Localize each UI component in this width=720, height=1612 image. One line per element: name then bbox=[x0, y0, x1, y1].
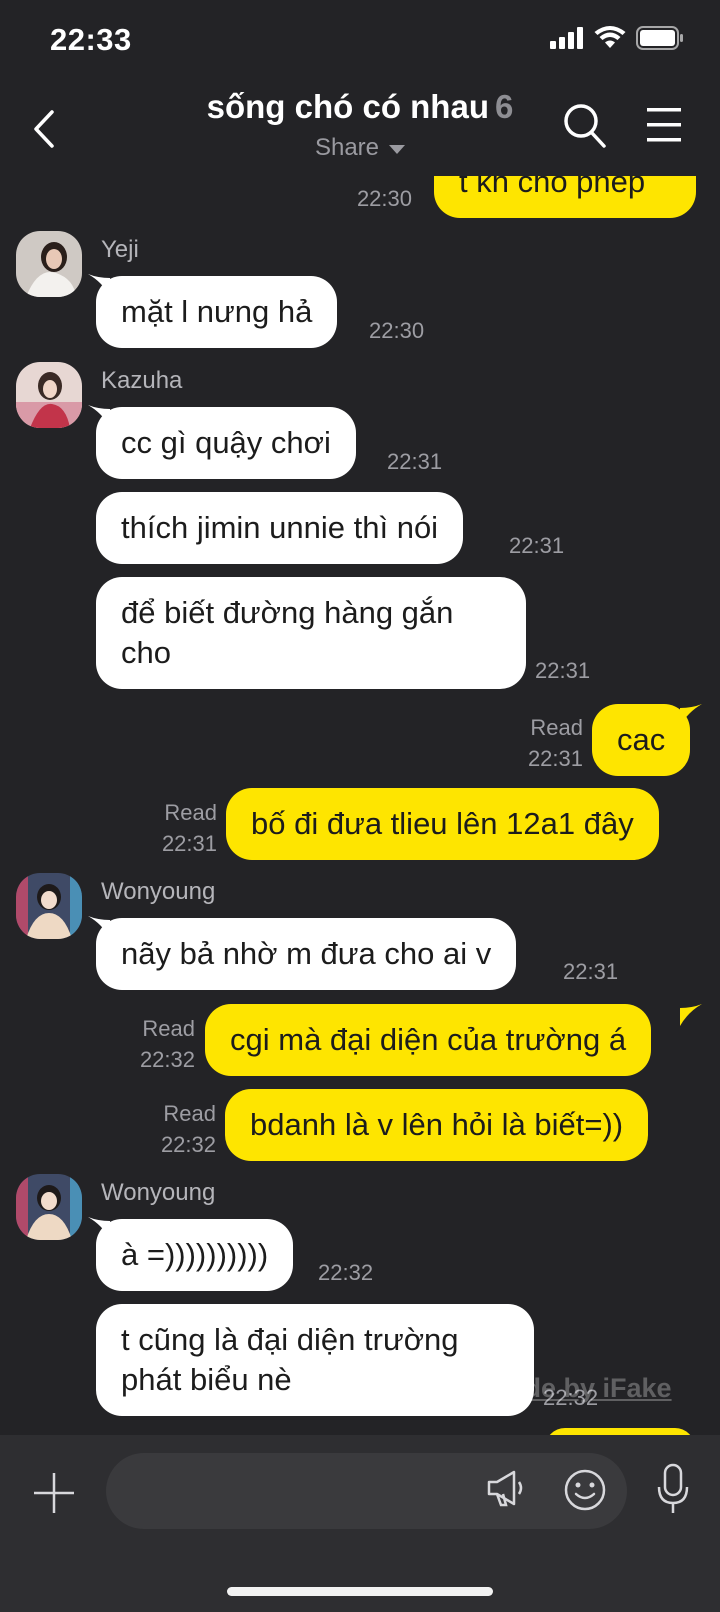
bubble-tail bbox=[680, 1004, 702, 1026]
message-bubble-incoming[interactable]: à =)))))))))) bbox=[96, 1219, 294, 1291]
read-receipt: Read 22:31 bbox=[527, 715, 583, 771]
status-bar: 22:33 bbox=[0, 0, 720, 84]
signal-icon bbox=[550, 27, 583, 49]
message-time: 22:31 bbox=[535, 658, 591, 683]
chat-title: sống chó có nhau bbox=[206, 88, 489, 125]
message-time: 22:31 bbox=[563, 959, 619, 984]
avatar[interactable] bbox=[16, 362, 82, 428]
status-icons bbox=[550, 26, 684, 50]
mic-icon[interactable] bbox=[656, 1463, 690, 1515]
message-bubble-outgoing-partial[interactable] bbox=[545, 1428, 695, 1435]
message-bubble-incoming[interactable]: nãy bả nhờ m đưa cho ai v bbox=[96, 918, 517, 990]
megaphone-icon[interactable] bbox=[486, 1468, 526, 1508]
watermark: Made by iFake bbox=[487, 1373, 672, 1403]
message-bubble-outgoing[interactable]: bdanh là v lên hỏi là biết=)) bbox=[225, 1089, 649, 1161]
message-time: 22:30 bbox=[369, 318, 425, 343]
emoji-icon[interactable] bbox=[563, 1468, 607, 1512]
avatar[interactable] bbox=[16, 873, 82, 939]
message-bubble-outgoing[interactable]: cgi mà đại diện của trường á bbox=[205, 1004, 652, 1076]
chat-area[interactable]: Read 22:30 t kh cho phép Yeji mặt l nưng… bbox=[0, 0, 720, 1435]
share-label: Share bbox=[314, 134, 380, 161]
chat-header: sống chó có nhau 6 Share bbox=[0, 84, 720, 176]
search-icon[interactable] bbox=[562, 102, 608, 150]
chat-title-area[interactable]: sống chó có nhau 6 Share bbox=[0, 88, 720, 162]
menu-icon[interactable] bbox=[645, 106, 683, 144]
caret-down-icon bbox=[389, 145, 406, 154]
message-bubble-incoming[interactable]: mặt l nưng hả bbox=[96, 276, 338, 348]
sender-name: Wonyoung bbox=[101, 878, 216, 905]
message-bubble-incoming[interactable]: để biết đường hàng gắn cho bbox=[96, 577, 526, 689]
message-bubble-outgoing[interactable]: cac bbox=[592, 704, 691, 776]
message-bubble-outgoing[interactable]: bố đi đưa tlieu lên 12a1 đây bbox=[226, 788, 659, 860]
message-input-bar bbox=[0, 1435, 720, 1612]
read-receipt: Read 22:32 bbox=[139, 1016, 195, 1072]
sender-name: Yeji bbox=[101, 236, 139, 263]
status-time: 22:33 bbox=[50, 22, 132, 57]
sender-name: Wonyoung bbox=[101, 1179, 216, 1206]
message-time: 22:31 bbox=[387, 449, 443, 474]
read-receipt: Read 22:32 bbox=[160, 1101, 216, 1157]
avatar[interactable] bbox=[16, 1174, 82, 1240]
message-time: 22:32 bbox=[318, 1260, 374, 1285]
wifi-icon bbox=[594, 26, 626, 48]
home-indicator[interactable] bbox=[227, 1587, 493, 1596]
battery-icon bbox=[636, 26, 683, 50]
message-bubble-incoming[interactable]: t cũng là đại diện trường phát biểu nè bbox=[96, 1304, 534, 1416]
plus-icon[interactable] bbox=[32, 1471, 76, 1515]
avatar[interactable] bbox=[16, 231, 82, 297]
message-time: 22:31 bbox=[509, 533, 565, 558]
message-input[interactable] bbox=[106, 1453, 627, 1529]
message-bubble-incoming[interactable]: cc gì quậy chơi bbox=[96, 407, 356, 479]
sender-name: Kazuha bbox=[101, 367, 183, 394]
message-bubble-incoming[interactable]: thích jimin unnie thì nói bbox=[96, 492, 464, 564]
read-receipt: Read 22:31 bbox=[161, 800, 217, 856]
share-dropdown[interactable]: Share bbox=[314, 134, 406, 162]
bubble-tail bbox=[680, 704, 702, 726]
member-count: 6 bbox=[494, 88, 514, 125]
